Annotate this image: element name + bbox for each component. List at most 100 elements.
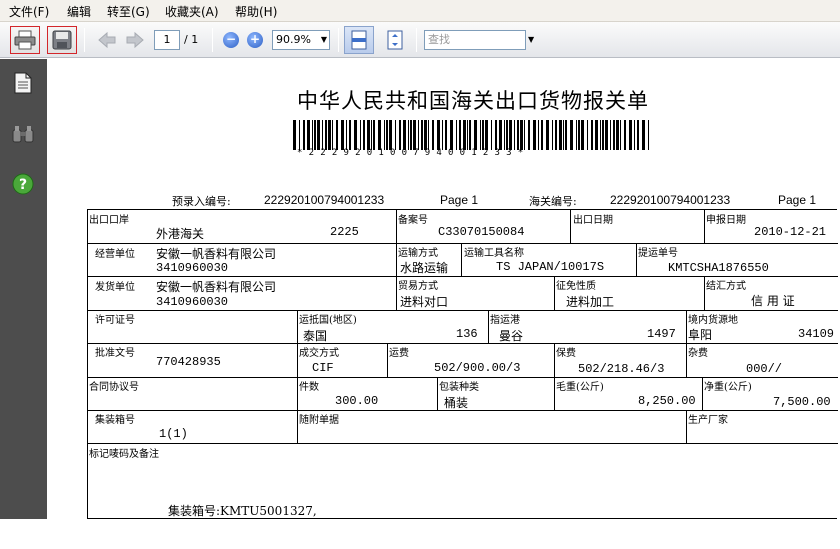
freight-value: 502/900.00/3 — [434, 361, 521, 375]
status-area — [0, 519, 840, 549]
menu-goto[interactable]: 转至(G) — [107, 3, 150, 20]
trade-mode-value: 进料对口 — [400, 295, 449, 309]
barcode-bar — [469, 120, 471, 150]
barcode-bar — [408, 120, 409, 150]
barcode-bar — [602, 120, 604, 150]
barcode-bar — [312, 120, 313, 150]
barcode-bar — [565, 120, 567, 150]
barcode-bar — [463, 120, 466, 150]
export-port-label: 出口口岸 — [89, 215, 129, 226]
zoom-value: 90.9% — [276, 33, 311, 46]
insurance-label: 保费 — [556, 348, 576, 359]
find-dropdown-icon[interactable]: ▼ — [528, 35, 534, 44]
operator-name: 安徽一帆香料有限公司 — [156, 247, 277, 261]
svg-text:?: ? — [19, 177, 27, 193]
menu-help[interactable]: 帮助(H) — [235, 3, 277, 20]
pre-entry-value: 222920100794001233 — [264, 193, 385, 207]
arrow-left-icon — [98, 31, 116, 49]
freight-label: 运费 — [389, 348, 409, 359]
barcode-bar — [482, 120, 484, 150]
dest-port-code: 1497 — [647, 327, 676, 341]
trade-mode-label: 贸易方式 — [398, 281, 438, 292]
barcode-bar — [533, 120, 536, 150]
barcode-bar — [528, 120, 530, 150]
barcode-bar — [509, 120, 512, 150]
barcode-bar — [373, 120, 375, 150]
help-panel-button[interactable]: ? — [11, 172, 35, 196]
prev-page-button[interactable] — [92, 26, 122, 54]
barcode-bar — [403, 120, 406, 150]
barcode-bar — [399, 120, 401, 150]
barcode-bar — [456, 120, 457, 150]
barcode-bar — [600, 120, 601, 150]
barcode-bar — [384, 120, 385, 150]
barcode-bar — [467, 120, 468, 150]
barcode-bar — [541, 120, 543, 150]
minus-icon: − — [223, 32, 239, 48]
barcode-bar — [421, 120, 423, 150]
transport-mode-value: 水路运输 — [400, 261, 449, 275]
pieces-label: 件数 — [299, 382, 319, 393]
barcode-bar — [299, 120, 300, 150]
barcode-bar — [336, 120, 338, 150]
fit-page-button[interactable] — [380, 26, 410, 54]
menu-favorites[interactable]: 收藏夹(A) — [165, 3, 219, 20]
zoom-select[interactable]: 90.9% ▼ — [272, 30, 330, 50]
barcode-bar — [517, 120, 519, 150]
declare-date-value: 2010-12-21 — [754, 225, 827, 239]
barcode-bar — [459, 120, 461, 150]
barcode-bar — [587, 120, 588, 150]
page-number-input[interactable]: 1 — [154, 30, 180, 50]
vehicle-value: TS JAPAN/10017S — [496, 260, 605, 274]
barcode-bar — [610, 120, 611, 150]
dest-country-label: 运抵国(地区) — [299, 315, 357, 326]
barcode-bar — [605, 120, 608, 150]
printer-icon — [14, 30, 36, 50]
arrow-right-icon — [126, 31, 144, 49]
save-button[interactable] — [47, 26, 77, 54]
barcode-bar — [307, 120, 310, 150]
barcode-bar — [371, 120, 372, 150]
barcode-bar — [570, 120, 573, 150]
barcode-bar — [546, 120, 549, 150]
fit-width-button[interactable] — [344, 26, 374, 54]
gross-weight-value: 8,250.00 — [638, 394, 696, 408]
deal-mode-label: 成交方式 — [299, 348, 339, 359]
barcode-bar — [491, 120, 492, 150]
page-total: / 1 — [184, 33, 199, 46]
barcode-bar — [552, 120, 553, 150]
menu-edit[interactable]: 编辑 — [67, 3, 91, 20]
zoom-in-button[interactable]: + — [244, 26, 266, 54]
barcode-bar — [524, 120, 525, 150]
misc-label: 杂费 — [688, 348, 708, 359]
barcode-bar — [499, 120, 502, 150]
source-label: 境内货源地 — [688, 315, 738, 326]
zoom-out-button[interactable]: − — [220, 26, 242, 54]
barcode-bar — [506, 120, 508, 150]
barcode-bar — [480, 120, 481, 150]
find-input[interactable]: 查找 — [424, 30, 526, 50]
page-label-2: Page 1 — [778, 193, 817, 207]
barcode-bar — [624, 120, 626, 150]
document-icon — [14, 72, 32, 94]
barcode-bar — [418, 120, 419, 150]
approval-label: 批准文号 — [95, 348, 135, 359]
barcode-bar — [514, 120, 515, 150]
print-button[interactable] — [10, 26, 40, 54]
deal-mode-value: CIF — [312, 361, 334, 375]
export-port-value: 外港海关 — [156, 227, 205, 241]
pages-panel-button[interactable] — [11, 71, 35, 95]
barcode-bar — [325, 120, 327, 150]
barcode-bar — [642, 120, 645, 150]
barcode-bar — [354, 120, 357, 150]
barcode — [293, 120, 649, 150]
next-page-button[interactable] — [120, 26, 150, 54]
barcode-bar — [485, 120, 488, 150]
menu-file[interactable]: 文件(F) — [9, 3, 49, 20]
marks-value: 集装箱号:KMTU5001327, — [168, 504, 317, 518]
barcode-bar — [578, 120, 580, 150]
barcode-bar — [395, 120, 396, 150]
search-panel-button[interactable] — [11, 122, 35, 146]
settlement-label: 结汇方式 — [706, 281, 746, 292]
toolbar: 1 / 1 − + 90.9% ▼ 查找 ▼ — [0, 22, 840, 58]
